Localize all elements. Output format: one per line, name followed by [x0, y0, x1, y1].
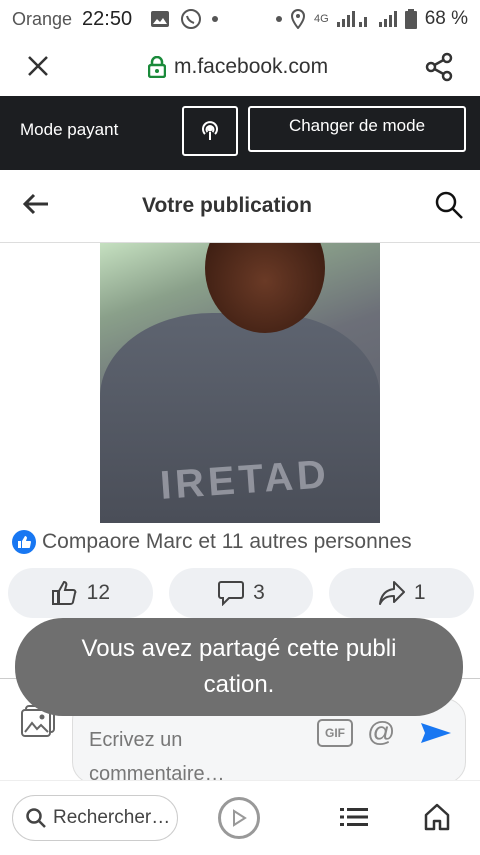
system-icons: 4G 68 % [276, 8, 468, 30]
battery-icon [404, 9, 417, 29]
browser-url-bar: m.facebook.com [0, 38, 480, 96]
broadcast-button[interactable] [182, 106, 238, 156]
comment-count: 3 [253, 581, 265, 604]
location-icon [290, 9, 306, 29]
share-icon[interactable] [424, 52, 454, 87]
toast-message: Vous avez partagé cette publi cation. [15, 618, 463, 716]
like-button[interactable]: 12 [8, 568, 153, 618]
mention-icon[interactable]: @ [367, 716, 395, 748]
carrier-label: Orange [12, 8, 73, 29]
notification-icons [150, 8, 219, 30]
network-type: 4G [314, 13, 329, 25]
search-icon [26, 808, 46, 828]
reactions-summary[interactable]: Compaore Marc et 11 autres personnes [12, 530, 412, 554]
notification-dot-icon [212, 16, 219, 22]
post-photo[interactable]: IRETAD [100, 243, 380, 523]
whatsapp-icon [181, 9, 202, 29]
comment-button[interactable]: 3 [168, 568, 314, 618]
page-header: Votre publication [0, 170, 480, 243]
signal-icon [336, 11, 367, 27]
search-label: Rechercher… [53, 807, 171, 828]
gif-button[interactable]: GIF [317, 719, 353, 747]
share-post-button[interactable]: 1 [329, 568, 475, 618]
search-icon[interactable] [434, 190, 464, 225]
broadcast-icon [202, 121, 218, 140]
status-bar: Orange 22:50 4G 68 % [0, 0, 480, 38]
switch-mode-button[interactable]: Changer de mode [248, 106, 466, 152]
home-icon[interactable] [424, 803, 450, 836]
browser-bottom-bar: Rechercher… [0, 780, 480, 855]
post-actions: 12 3 1 [8, 568, 475, 618]
data-mode-bar: Mode payant Changer de mode [0, 96, 480, 170]
signal-icon [378, 11, 397, 27]
clock: 22:50 [82, 7, 133, 30]
gallery-icon [151, 11, 170, 27]
comment-icon [218, 581, 245, 606]
mode-label: Mode payant [20, 120, 119, 139]
battery-level: 68 % [424, 8, 468, 29]
address-field[interactable]: m.facebook.com [148, 55, 328, 79]
menu-icon[interactable] [340, 807, 368, 832]
notification-dot-icon [276, 16, 282, 22]
play-icon [233, 809, 247, 827]
lock-icon [148, 56, 166, 78]
play-button[interactable] [218, 797, 260, 839]
close-icon[interactable] [26, 53, 50, 81]
share-arrow-icon [378, 581, 405, 605]
like-count: 12 [86, 581, 111, 604]
page-title: Votre publication [142, 194, 312, 217]
like-badge-icon [12, 530, 36, 554]
share-count: 1 [413, 581, 426, 604]
search-bar[interactable]: Rechercher… [12, 795, 178, 841]
url-text: m.facebook.com [174, 55, 329, 78]
thumbs-up-icon [51, 580, 77, 605]
send-icon[interactable] [419, 719, 453, 752]
reactions-text: Compaore Marc et 11 autres personnes [42, 530, 412, 553]
